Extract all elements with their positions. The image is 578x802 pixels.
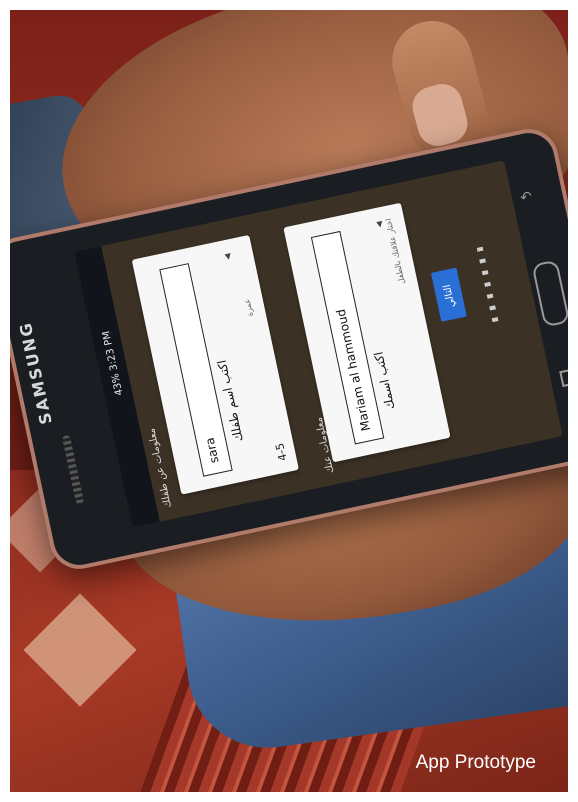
recent-apps-icon[interactable] [559,367,578,388]
next-button[interactable]: التالي [430,267,467,322]
child-name-value: sara [202,436,222,465]
page-indicator [476,246,500,327]
back-icon[interactable]: ↶ [519,188,534,206]
phone-brand: SAMSUNG [15,319,56,427]
photo-scene: SAMSUNG 43% 3:23 PM معلومات عن طفلك ▼ اك… [0,0,578,802]
parent-info-card: ▼ اكتب اسمك Mariam al hammoud اختار علاق… [283,202,451,463]
chevron-down-icon: ▼ [375,218,384,230]
next-button-label: التالي [441,283,458,309]
parent-name-input[interactable]: Mariam al hammoud [310,230,385,445]
speaker-grille [61,434,85,505]
relation-hint[interactable]: اختار علاقتك بالطفل [384,217,407,285]
status-time: 43% 3:23 PM [101,329,126,397]
child-age-hint: عمرة [242,297,255,318]
child-age-value[interactable]: 4-5 [273,442,289,462]
phone-screen: 43% 3:23 PM معلومات عن طفلك ▼ اكتب اسم ط… [73,160,563,528]
chevron-down-icon: ▼ [224,251,233,262]
parent-name-value: Mariam al hammoud [333,307,374,433]
photo-caption: App Prototype [415,752,536,773]
